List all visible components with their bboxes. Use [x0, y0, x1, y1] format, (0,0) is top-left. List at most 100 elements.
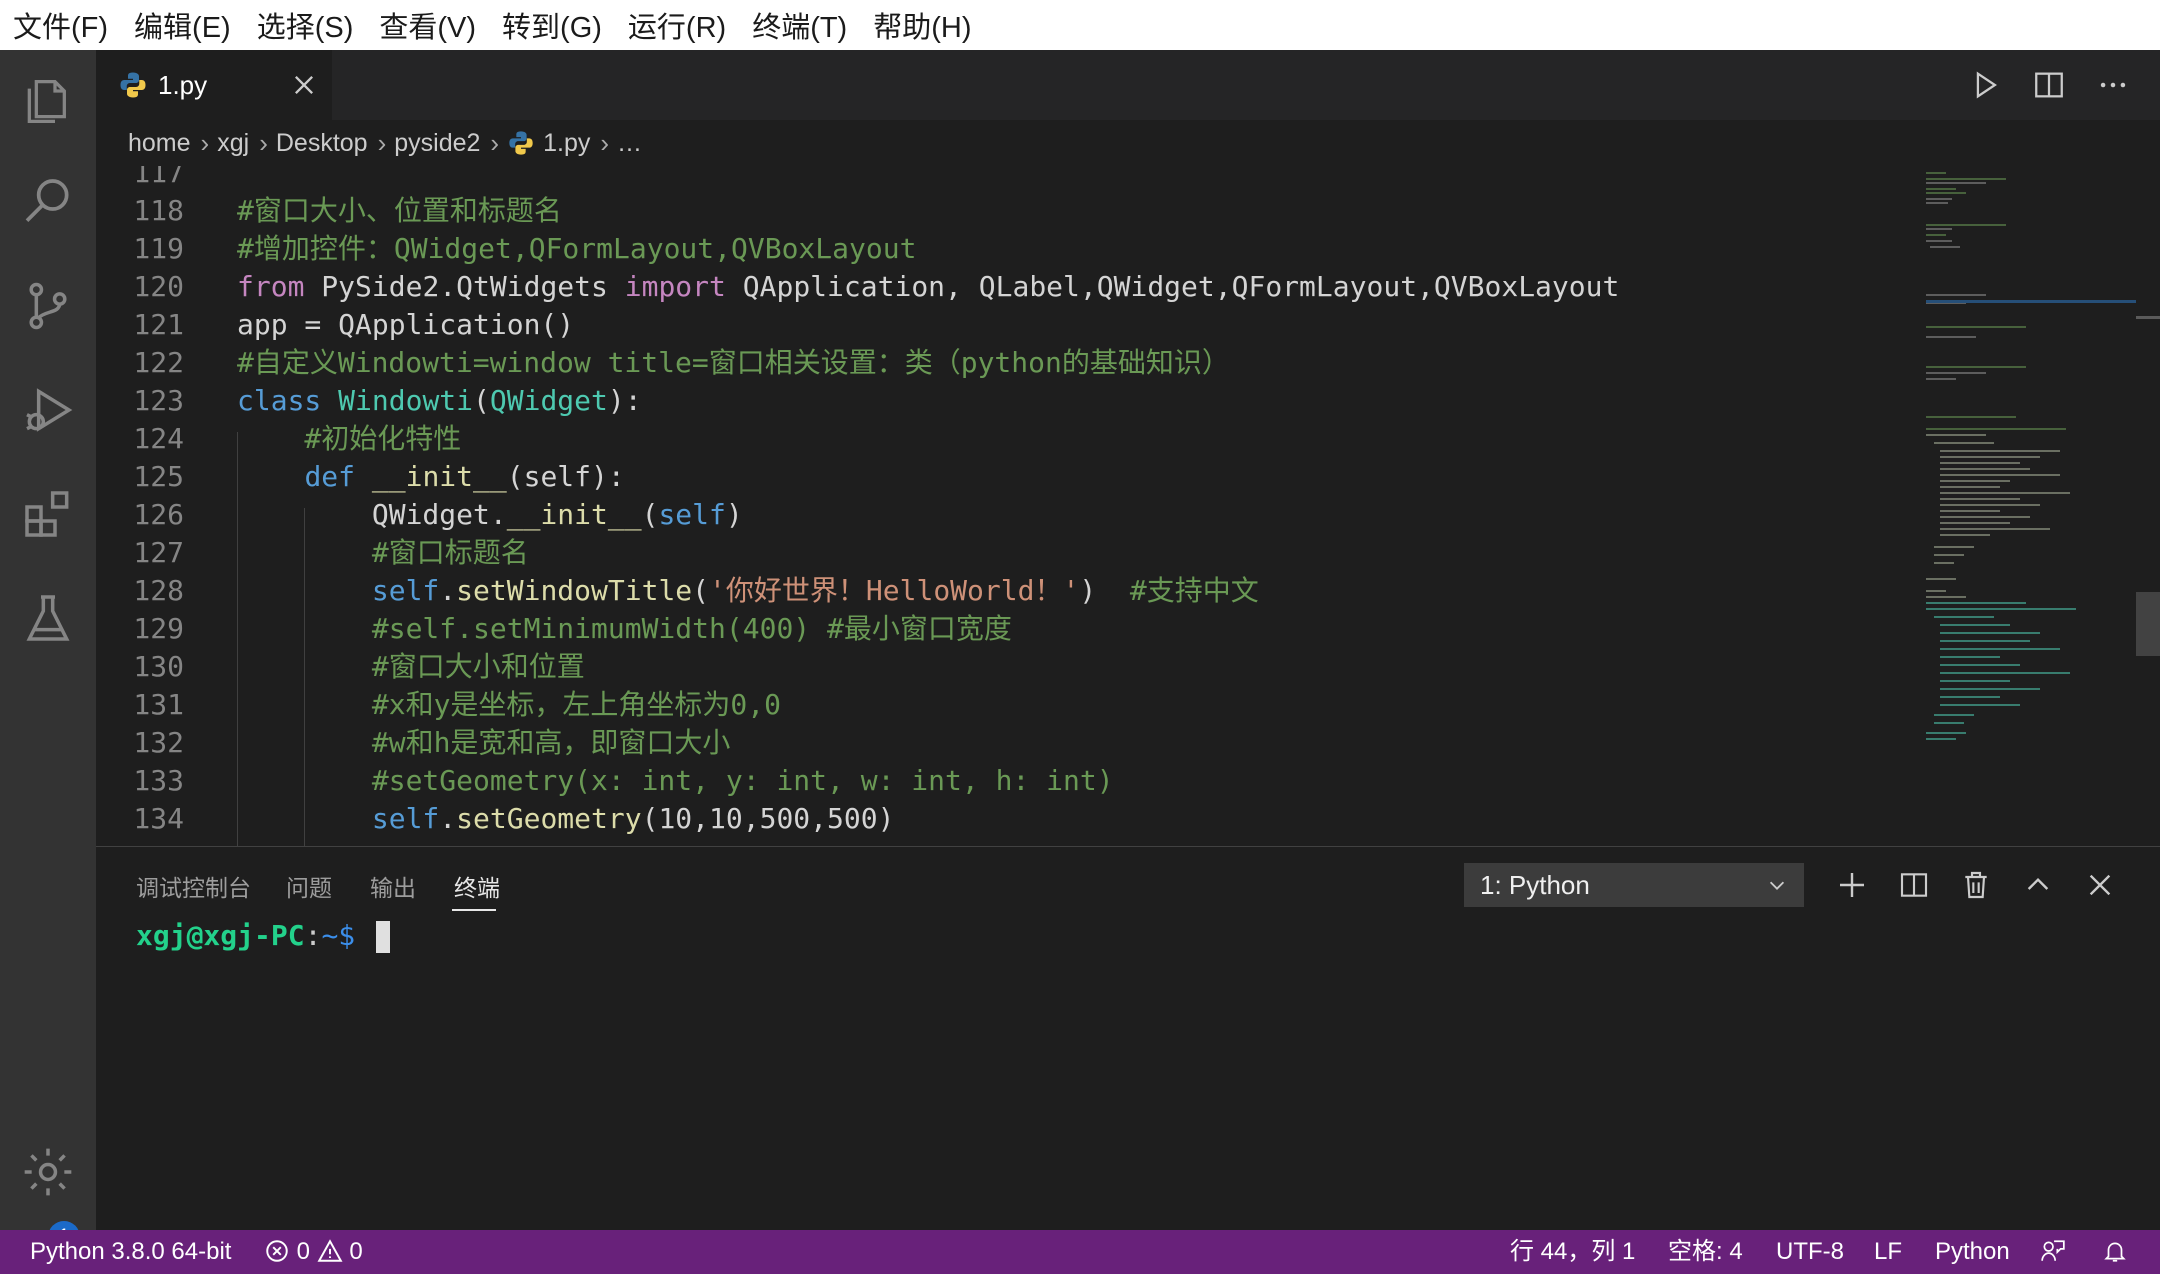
feedback-icon[interactable] [2040, 1230, 2066, 1274]
code-line[interactable]: 133 #setGeometry(x: int, y: int, w: int,… [96, 762, 1926, 800]
python-interpreter[interactable]: Python 3.8.0 64-bit [30, 1230, 231, 1274]
trash-icon[interactable] [1960, 869, 1992, 901]
prompt-path: ~$ [321, 919, 356, 952]
gear-icon[interactable] [20, 1144, 76, 1200]
cursor-position[interactable]: 行 44，列 1 [1510, 1230, 1635, 1274]
extensions-icon[interactable] [20, 486, 76, 542]
editor-scrollbar[interactable] [2136, 166, 2160, 846]
indentation[interactable]: 空格: 4 [1668, 1230, 1743, 1274]
line-text: #自定义Windowti=window title=窗口相关设置：类（pytho… [237, 344, 1230, 382]
code-token: ): [607, 384, 642, 417]
menu-help[interactable]: 帮助(H) [860, 4, 984, 46]
line-number: 133 [133, 764, 184, 797]
code-line[interactable]: 120 from PySide2.QtWidgets import QApplic… [96, 268, 1926, 306]
code-token: QWidget [489, 384, 608, 417]
line-text: from PySide2.QtWidgets import QApplicati… [237, 268, 1619, 306]
code-token: __init__ [506, 498, 642, 531]
breadcrumb-home[interactable]: home [128, 129, 193, 158]
close-panel-icon[interactable] [2084, 869, 2116, 901]
maximize-panel-icon[interactable] [2022, 869, 2054, 901]
menu-run[interactable]: 运行(R) [615, 4, 739, 46]
chevron-right-icon: › [200, 127, 210, 158]
language-mode[interactable]: Python [1935, 1230, 2010, 1274]
code-line[interactable]: 121 app = QApplication() [96, 306, 1926, 344]
source-control-icon[interactable] [20, 278, 76, 334]
code-line[interactable]: 125 def __init__(self): [96, 458, 1926, 496]
search-icon[interactable] [20, 174, 76, 230]
breadcrumb-file[interactable]: 1.py [543, 129, 592, 158]
code-line[interactable]: 130 #窗口大小和位置 [96, 648, 1926, 686]
close-icon[interactable] [290, 71, 318, 99]
line-number: 125 [133, 460, 184, 493]
menu-selection[interactable]: 选择(S) [244, 4, 367, 46]
code-editor[interactable]: 117 118 #窗口大小、位置和标题名 119 #增加控件：QWidget,QForm… [96, 166, 1926, 846]
code-token: #窗口大小和位置 [237, 650, 585, 683]
terminal-output[interactable]: xgj@xgj-PC:~$ [136, 917, 391, 955]
more-actions-icon[interactable] [2096, 68, 2130, 102]
testing-icon[interactable] [20, 590, 76, 646]
notifications-bell-icon[interactable] [2102, 1230, 2128, 1274]
python-file-icon [509, 131, 533, 155]
breadcrumb-pyside2[interactable]: pyside2 [394, 129, 482, 158]
menu-terminal[interactable]: 终端(T) [739, 4, 860, 46]
tab-output[interactable]: 输出 [370, 869, 416, 903]
code-line[interactable]: 134 self.setGeometry(10,10,500,500) [96, 800, 1926, 838]
line-number: 130 [133, 650, 184, 683]
run-debug-icon[interactable] [20, 382, 76, 438]
problems-summary[interactable]: 0 0 [264, 1230, 363, 1274]
code-line[interactable]: 124 #初始化特性 [96, 420, 1926, 458]
split-terminal-icon[interactable] [1898, 869, 1930, 901]
menu-go[interactable]: 转到(G) [489, 4, 615, 46]
end-of-line[interactable]: LF [1874, 1230, 1902, 1274]
menu-file[interactable]: 文件(F) [0, 4, 121, 46]
tab-debug-console[interactable]: 调试控制台 [136, 869, 251, 903]
prompt-separator: : [304, 919, 322, 952]
breadcrumb: home › xgj › Desktop › pyside2 › 1.py › … [96, 120, 2160, 166]
code-line[interactable]: 127 #窗口标题名 [96, 534, 1926, 572]
line-number: 120 [133, 270, 184, 303]
line-number: 126 [133, 498, 184, 531]
explorer-icon[interactable] [20, 70, 76, 126]
chevron-right-icon: › [259, 127, 268, 158]
code-line[interactable]: 126 QWidget.__init__(self) [96, 496, 1926, 534]
breadcrumb-xgj[interactable]: xgj [217, 129, 251, 158]
line-text: #增加控件：QWidget,QFormLayout,QVBoxLayout [237, 230, 916, 268]
code-line[interactable]: 117 [96, 166, 1926, 192]
menu-edit[interactable]: 编辑(E) [121, 4, 244, 46]
code-line[interactable]: 128 self.setWindowTitle('你好世界！HelloWorld… [96, 572, 1926, 610]
tab-1-py[interactable]: 1.py [96, 50, 332, 120]
code-line[interactable]: 123 class Windowti(QWidget): [96, 382, 1926, 420]
scroll-thumb[interactable] [2136, 592, 2160, 656]
prompt-user: xgj@xgj-PC [136, 919, 305, 952]
code-line[interactable]: 131 #x和y是坐标，左上角坐标为0,0 [96, 686, 1926, 724]
code-line[interactable]: 119 #增加控件：QWidget,QFormLayout,QVBoxLayout [96, 230, 1926, 268]
tab-problems[interactable]: 问题 [286, 869, 332, 903]
run-icon[interactable] [1968, 68, 2002, 102]
code-token: self [371, 574, 440, 607]
breadcrumb-desktop[interactable]: Desktop [276, 129, 370, 158]
code-token: self [371, 802, 440, 835]
menu-view[interactable]: 查看(V) [366, 4, 489, 46]
breadcrumb-symbol[interactable]: … [617, 129, 644, 158]
line-text: #窗口大小、位置和标题名 [237, 192, 562, 230]
code-token: (self): [506, 460, 625, 493]
split-editor-icon[interactable] [2032, 68, 2066, 102]
line-number: 117 [133, 166, 184, 189]
code-token: ( [692, 574, 710, 607]
code-token: #窗口标题名 [237, 536, 529, 569]
warning-count: 0 [349, 1238, 363, 1265]
encoding[interactable]: UTF-8 [1776, 1230, 1844, 1274]
add-terminal-icon[interactable] [1836, 869, 1868, 901]
code-line[interactable]: 118 #窗口大小、位置和标题名 [96, 192, 1926, 230]
terminal-select[interactable]: 1: Python [1464, 863, 1804, 907]
code-line[interactable]: 122 #自定义Windowti=window title=窗口相关设置：类（py… [96, 344, 1926, 382]
code-token: import [624, 270, 726, 303]
tab-terminal[interactable]: 终端 [454, 869, 500, 903]
line-text: #窗口标题名 [237, 534, 529, 572]
terminal-cursor [376, 921, 391, 953]
code-line[interactable]: 132 #w和h是宽和高，即窗口大小 [96, 724, 1926, 762]
minimap[interactable] [1926, 166, 2136, 846]
code-line[interactable]: 129 #self.setMinimumWidth(400) #最小窗口宽度 [96, 610, 1926, 648]
